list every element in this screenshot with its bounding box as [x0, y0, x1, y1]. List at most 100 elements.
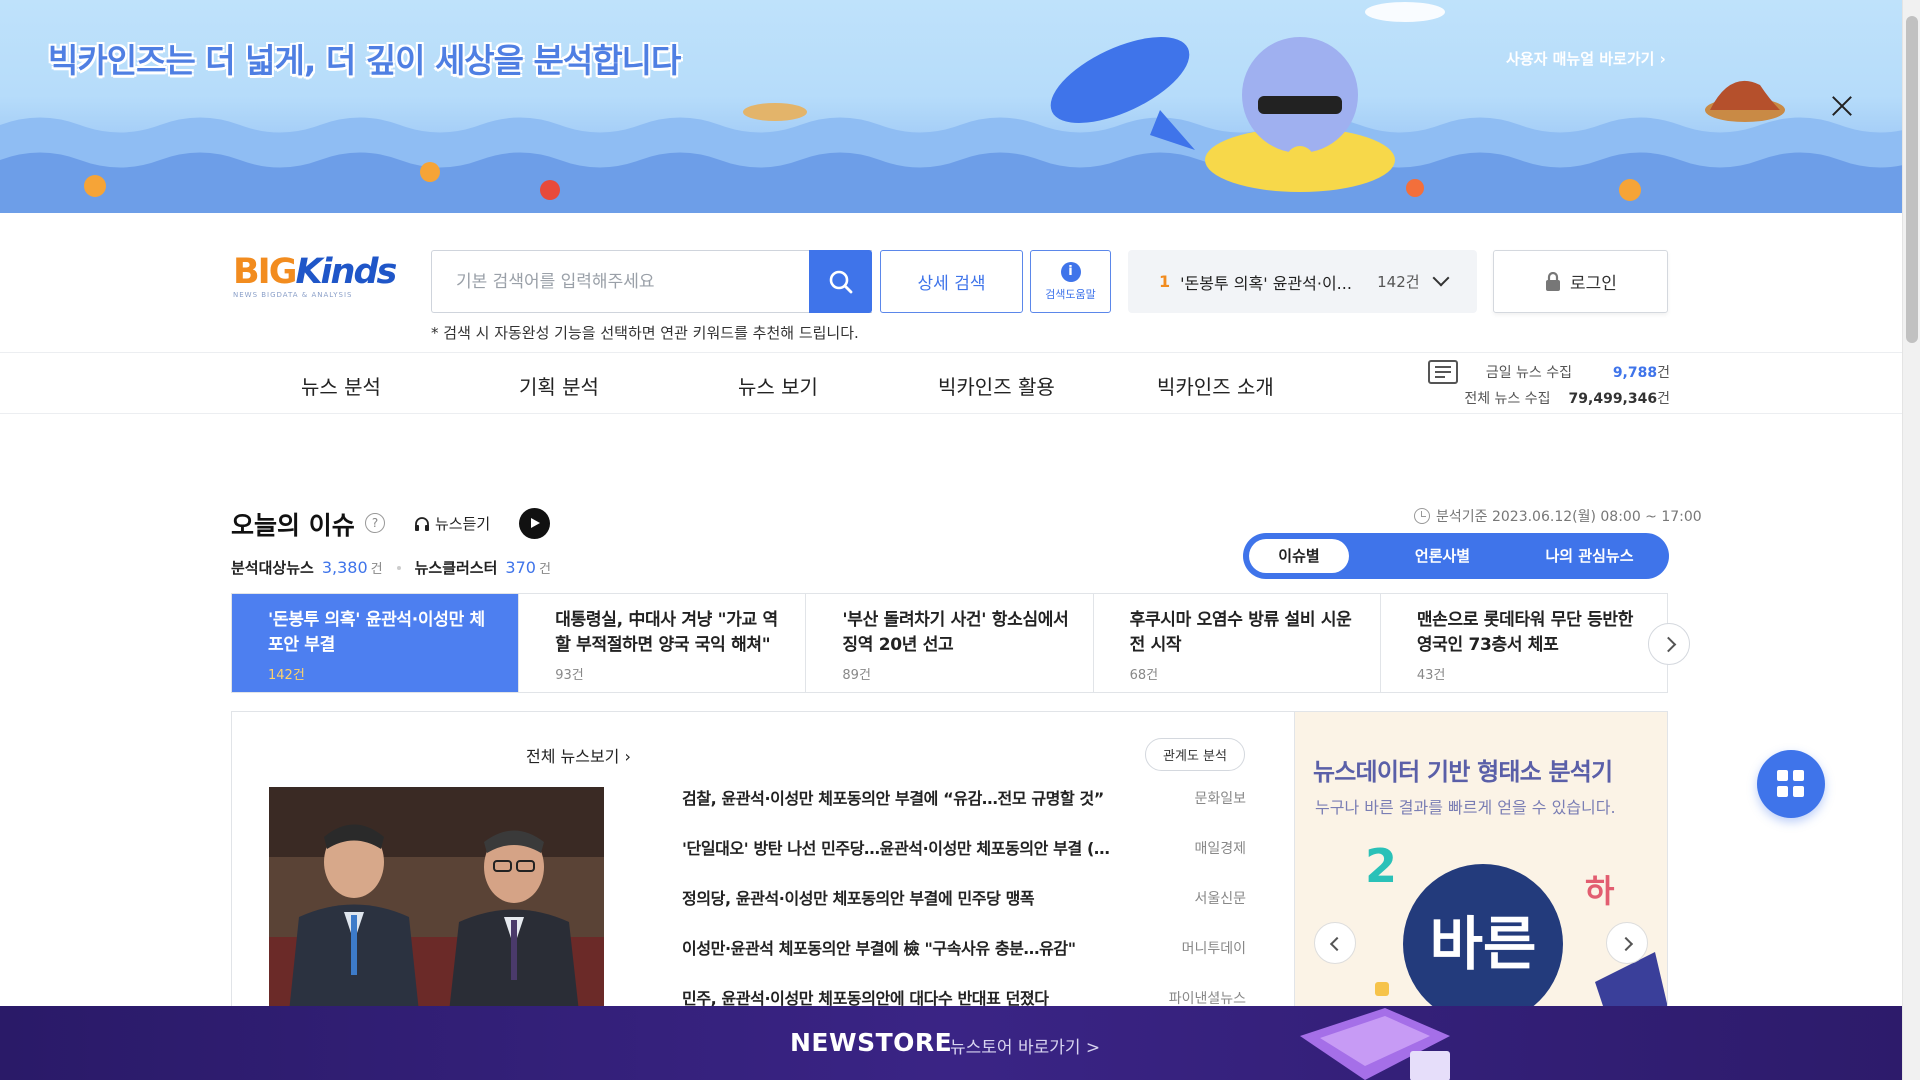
help-question-icon[interactable]: ?	[365, 513, 385, 533]
separator-dot	[396, 565, 401, 570]
grid-square	[1793, 770, 1804, 781]
issue-card-count: 93건	[555, 668, 584, 683]
issue-card[interactable]: '부산 돌려차기 사건' 항소심에서 징역 20년 선고 89건	[806, 594, 1094, 692]
advanced-search-button[interactable]: 상세 검색	[880, 250, 1023, 313]
chevron-right-icon[interactable]	[1648, 623, 1690, 665]
total-label: 전체 뉴스 수집	[1464, 391, 1551, 407]
bigkinds-logo[interactable]: BIGKinds NEWS BIGDATA & ANALYSIS	[233, 252, 397, 305]
all-news-link[interactable]: 전체 뉴스보기 ›	[526, 743, 631, 767]
search-button[interactable]	[809, 250, 872, 313]
relation-analysis-button[interactable]: 관계도 분석	[1145, 738, 1245, 771]
ad-art-small-2: 하	[1585, 872, 1615, 910]
phone-illustration	[1300, 1008, 1450, 1080]
cluster-value: 370	[505, 558, 536, 577]
scrollbar-thumb[interactable]	[1906, 16, 1918, 343]
lock-icon	[1546, 271, 1561, 291]
issue-card-title: '돈봉투 의혹' 윤관석·이성만 체포안 부결	[268, 610, 485, 655]
headphone-icon	[415, 516, 429, 531]
issue-card-title: '부산 돌려차기 사건' 항소심에서 징역 20년 선고	[842, 610, 1069, 655]
ad-art-small-1: 2	[1365, 839, 1397, 893]
headline-source: 서울신문	[1194, 891, 1246, 907]
cluster-unit: 건	[538, 562, 551, 577]
search-hint: * 검색 시 자동완성 기능을 선택하면 연관 키워드를 추천해 드립니다.	[431, 324, 859, 342]
headline-item[interactable]: '단일대오' 방탄 나선 민주당…윤관석·이성만 체포동의안 부결 (… 매일경…	[682, 836, 1246, 886]
user-manual-link-label[interactable]: 사용자 매뉴얼 바로가기	[1506, 50, 1654, 68]
listen-news-button[interactable]: 뉴스듣기	[414, 513, 490, 534]
tab-my-interest[interactable]: 나의 관심뉴스	[1516, 539, 1663, 573]
grid-square	[1793, 786, 1804, 797]
search-help-button[interactable]: i 검색도움말	[1030, 250, 1111, 313]
page-scrollbar[interactable]	[1902, 0, 1920, 1080]
newstore-bar[interactable]: NEWSTORE 뉴스토어 바로가기 >	[0, 1006, 1902, 1080]
search-icon	[829, 270, 852, 293]
search-box[interactable]	[431, 250, 872, 313]
headline-item[interactable]: 정의당, 윤관석·이성만 체포동의안 부결에 민주당 맹폭 서울신문	[682, 886, 1246, 936]
analysis-basis: 분석기준 2023.06.12(월) 08:00 ~ 17:00	[1414, 506, 1702, 526]
issue-card[interactable]: 후쿠시마 오염수 방류 설비 시운전 시작 68건	[1094, 594, 1381, 692]
nav-item-news-view[interactable]: 뉴스 보기	[738, 371, 818, 400]
play-icon[interactable]	[519, 508, 550, 539]
ad-art-text: 바른	[1430, 910, 1537, 978]
trending-count: 142건	[1377, 273, 1420, 291]
newstore-link[interactable]: 뉴스토어 바로가기 >	[950, 1033, 1100, 1058]
tab-by-issue[interactable]: 이슈별	[1249, 539, 1349, 573]
headline-source: 머니투데이	[1181, 941, 1246, 957]
user-manual-link[interactable]: 사용자 매뉴얼 바로가기 ›	[1506, 48, 1666, 69]
ad-next-icon[interactable]	[1606, 922, 1648, 964]
ad-prev-icon[interactable]	[1314, 922, 1356, 964]
headline-source: 문화일보	[1194, 791, 1246, 807]
headline-source: 매일경제	[1194, 841, 1246, 857]
nav-item-bigkinds-usage[interactable]: 빅카인즈 활용	[938, 371, 1055, 400]
logo-word: BIGKinds	[233, 252, 397, 292]
logo-big: BIG	[233, 252, 297, 292]
chevron-down-icon	[1432, 269, 1450, 287]
trending-keyword-dropdown[interactable]: 1 '돈봉투 의혹' 윤관석·이... 142건	[1128, 250, 1477, 313]
issue-view-tabs: 이슈별 언론사별 나의 관심뉴스	[1243, 533, 1669, 579]
news-photo[interactable]	[269, 787, 604, 1012]
nav-item-news-analysis[interactable]: 뉴스 분석	[301, 371, 381, 400]
issue-card-title: 대통령실, 中대사 겨냥 "가교 역할 부적절하면 양국 국익 해쳐"	[555, 610, 778, 655]
analysis-news-unit: 건	[370, 562, 383, 577]
analysis-news-value: 3,380	[321, 558, 368, 577]
today-unit: 건	[1657, 365, 1670, 381]
login-button[interactable]: 로그인	[1493, 250, 1668, 313]
issue-cards: '돈봉투 의혹' 윤관석·이성만 체포안 부결 142건 대통령실, 中대사 겨…	[231, 593, 1668, 693]
headline-title[interactable]: 정의당, 윤관석·이성만 체포동의안 부결에 민주당 맹폭	[682, 886, 1127, 936]
nav-item-bigkinds-intro[interactable]: 빅카인즈 소개	[1157, 371, 1274, 400]
analysis-news-label: 분석대상뉴스	[231, 559, 314, 577]
ad-illustration: 바른 2 하	[1365, 839, 1667, 1010]
analysis-basis-text: 분석기준 2023.06.12(월) 08:00 ~ 17:00	[1436, 509, 1702, 525]
grid-square	[1777, 786, 1788, 797]
banner-close-icon[interactable]	[1826, 90, 1858, 122]
tab-by-press[interactable]: 언론사별	[1369, 539, 1516, 573]
listen-news-label: 뉴스듣기	[435, 515, 491, 533]
issue-card[interactable]: '돈봉투 의혹' 윤관석·이성만 체포안 부결 142건	[232, 594, 520, 692]
morpheme-analyzer-ad[interactable]: 뉴스데이터 기반 형태소 분석기 누구나 바른 결과를 빠르게 얻을 수 있습니…	[1294, 711, 1668, 1011]
issue-card-count: 43건	[1416, 668, 1446, 683]
headline-title[interactable]: 이성만·윤관석 체포동의안 부결에 檢 "구속사유 충분…유감"	[682, 936, 1127, 986]
login-label: 로그인	[1570, 274, 1617, 294]
headline-title[interactable]: '단일대오' 방탄 나선 민주당…윤관석·이성만 체포동의안 부결 (…	[682, 836, 1127, 886]
total-stats-row: 전체 뉴스 수집 79,499,346건	[1464, 388, 1670, 408]
todays-issue-title: 오늘의 이슈	[231, 511, 355, 540]
news-photo-image	[269, 787, 604, 1012]
headline-item[interactable]: 검찰, 윤관석·이성만 체포동의안 부결에 “유감…전모 규명할 것” 문화일보	[682, 786, 1246, 836]
newstore-logo: NEWSTORE	[790, 1028, 953, 1057]
issue-card[interactable]: 맨손으로 롯데타워 무단 등반한 영국인 73층서 체포 43건	[1381, 594, 1667, 692]
logo-subtitle: NEWS BIGDATA & ANALYSIS	[233, 291, 353, 299]
total-unit: 건	[1657, 391, 1670, 407]
today-value: 9,788	[1612, 365, 1658, 381]
clock-icon	[1414, 508, 1430, 524]
top-banner: 빅카인즈는 더 넓게, 더 깊이 세상을 분석합니다 사용자 매뉴얼 바로가기 …	[0, 0, 1902, 213]
logo-kinds: Kinds	[295, 252, 397, 292]
grid-square	[1777, 770, 1788, 781]
headline-title[interactable]: 검찰, 윤관석·이성만 체포동의안 부결에 “유감…전모 규명할 것”	[682, 786, 1127, 836]
issue-card[interactable]: 대통령실, 中대사 겨냥 "가교 역할 부적절하면 양국 국익 해쳐" 93건	[519, 594, 807, 692]
cluster-label: 뉴스클러스터	[414, 559, 498, 577]
headline-item[interactable]: 이성만·윤관석 체포동의안 부결에 檢 "구속사유 충분…유감" 머니투데이	[682, 936, 1246, 986]
news-collection-stats: 금일 뉴스 수집 9,788건 전체 뉴스 수집 79,499,346건	[1428, 356, 1670, 412]
banner-wave-art	[0, 2, 1902, 213]
grid-menu-icon[interactable]	[1757, 750, 1825, 818]
banner-title: 빅카인즈는 더 넓게, 더 깊이 세상을 분석합니다	[48, 41, 681, 80]
nav-item-planned-analysis[interactable]: 기획 분석	[519, 371, 599, 400]
